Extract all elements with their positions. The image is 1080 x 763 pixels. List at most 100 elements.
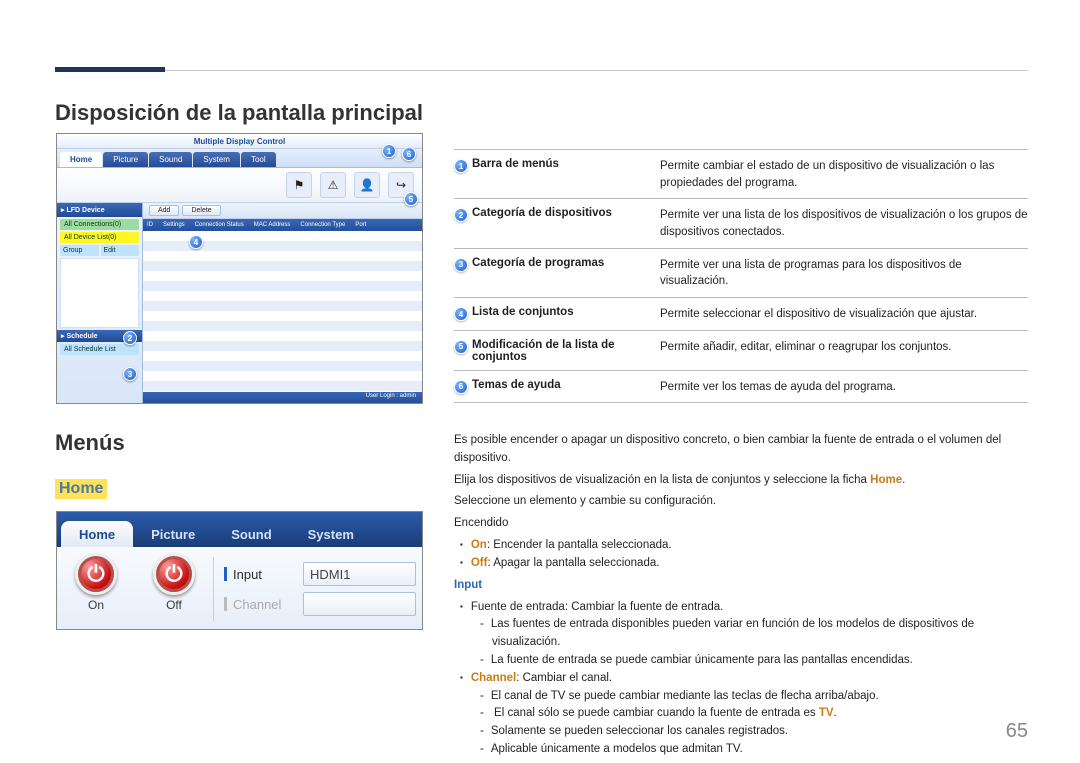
num-6: 6 bbox=[454, 380, 468, 394]
input-select[interactable]: HDMI1 bbox=[303, 562, 416, 586]
power-off-col: ⏻ Off bbox=[135, 547, 213, 630]
mdc-grid: 4 bbox=[143, 231, 422, 392]
desc-3: Permite ver una lista de programas para … bbox=[660, 257, 1028, 290]
def-row-1: 1 Barra de menús Permite cambiar el esta… bbox=[454, 149, 1028, 199]
term-5: Modificación de la lista de conjuntos bbox=[472, 339, 660, 363]
on-off-list: On: Encender la pantalla seleccionada. O… bbox=[474, 537, 1028, 573]
right-text-block: Es posible encender o apagar un disposit… bbox=[454, 432, 1028, 759]
side-group-edit: Group Edit bbox=[60, 245, 139, 256]
ch-d1: El canal de TV se puede cambiar mediante… bbox=[492, 688, 1028, 706]
li-on: On: Encender la pantalla seleccionada. bbox=[474, 537, 1028, 555]
home-tab-home[interactable]: Home bbox=[61, 521, 133, 547]
p2: Elija los dispositivos de visualización … bbox=[454, 472, 1028, 490]
desc-1: Permite cambiar el estado de un disposit… bbox=[660, 158, 1028, 191]
delete-button[interactable]: Delete bbox=[182, 205, 220, 216]
mdc-grid-header: IDSettings Connection StatusMAC Address … bbox=[143, 219, 422, 231]
side-edit[interactable]: Edit bbox=[101, 245, 140, 256]
term-6: Temas de ayuda bbox=[472, 379, 660, 391]
heading-menus: Menús bbox=[55, 430, 125, 456]
ch-d4: Aplicable únicamente a modelos que admit… bbox=[492, 741, 1028, 759]
def-row-2: 2 Categoría de dispositivos Permite ver … bbox=[454, 199, 1028, 248]
mdc-button-row: Add Delete bbox=[143, 203, 422, 219]
definition-table: 1 Barra de menús Permite cambiar el esta… bbox=[454, 149, 1028, 403]
add-button[interactable]: Add bbox=[149, 205, 179, 216]
ch-d2: El canal sólo se puede cambiar cuando la… bbox=[492, 705, 1028, 723]
callout-3: 3 bbox=[123, 367, 137, 381]
callout-5: 5 bbox=[404, 192, 418, 206]
home-tab-picture[interactable]: Picture bbox=[133, 521, 213, 547]
ch-d3: Solamente se pueden seleccionar los cana… bbox=[492, 723, 1028, 741]
mdc-tab-system[interactable]: System bbox=[193, 152, 240, 167]
home-tabs: Home Picture Sound System bbox=[57, 512, 422, 547]
def-row-4: 4 Lista de conjuntos Permite seleccionar… bbox=[454, 298, 1028, 331]
def-row-3: 3 Categoría de programas Permite ver una… bbox=[454, 249, 1028, 298]
p1: Es posible encender o apagar un disposit… bbox=[454, 432, 1028, 468]
term-4: Lista de conjuntos bbox=[472, 306, 660, 318]
term-2: Categoría de dispositivos bbox=[472, 207, 660, 219]
heading-main-layout: Disposición de la pantalla principal bbox=[55, 100, 423, 126]
mdc-toolbar: ⚑ ⚠ 👤 ↪ 5 bbox=[57, 168, 422, 203]
input-header: Input bbox=[454, 577, 1028, 595]
callout-4: 4 bbox=[189, 235, 203, 249]
mdc-tabs: Home Picture Sound System Tool 1 6 bbox=[57, 149, 422, 168]
label-channel: Channel bbox=[233, 597, 303, 612]
desc-6: Permite ver los temas de ayuda del progr… bbox=[660, 379, 1028, 396]
channel-list: Channel: Cambiar el canal. bbox=[474, 670, 1028, 688]
mdc-tab-picture[interactable]: Picture bbox=[103, 152, 148, 167]
num-3: 3 bbox=[454, 258, 468, 272]
term-3: Categoría de programas bbox=[472, 257, 660, 269]
heading-home-highlight: Home bbox=[55, 479, 107, 499]
li-off: Off: Apagar la pantalla seleccionada. bbox=[474, 555, 1028, 573]
power-off-label: Off bbox=[166, 598, 182, 612]
fuente-d1: Las fuentes de entrada disponibles puede… bbox=[492, 616, 1028, 652]
page-top-rule bbox=[55, 70, 1028, 72]
mdc-sidebar: ▸ LFD Device All Connections(0) All Devi… bbox=[57, 203, 143, 403]
user-settings-icon[interactable]: 👤 bbox=[354, 172, 380, 198]
callout-6: 6 bbox=[402, 147, 416, 161]
power-on-col: ⏻ On bbox=[57, 547, 135, 630]
num-4: 4 bbox=[454, 307, 468, 321]
row-channel: Channel bbox=[224, 589, 416, 619]
home-panel: Home Picture Sound System ⏻ On ⏻ Off Inp… bbox=[56, 511, 423, 630]
side-all-connections[interactable]: All Connections(0) bbox=[60, 219, 139, 230]
mdc-window-title: Multiple Display Control bbox=[57, 134, 422, 149]
li-fuente: Fuente de entrada: Cambiar la fuente de … bbox=[474, 599, 1028, 617]
power-on-label: On bbox=[88, 598, 104, 612]
channel-select[interactable] bbox=[303, 592, 416, 616]
num-2: 2 bbox=[454, 208, 468, 222]
label-input: Input bbox=[233, 567, 303, 582]
p4: Encendido bbox=[454, 515, 1028, 533]
fuente-d2: La fuente de entrada se puede cambiar ún… bbox=[492, 652, 1028, 670]
mdc-tab-tool[interactable]: Tool bbox=[241, 152, 276, 167]
home-tab-sound[interactable]: Sound bbox=[213, 521, 289, 547]
li-channel: Channel: Cambiar el canal. bbox=[474, 670, 1028, 688]
callout-2: 2 bbox=[123, 331, 137, 345]
def-row-5: 5 Modificación de la lista de conjuntos … bbox=[454, 331, 1028, 371]
p3: Seleccione un elemento y cambie su confi… bbox=[454, 493, 1028, 511]
def-row-6: 6 Temas de ayuda Permite ver los temas d… bbox=[454, 371, 1028, 404]
power-off-button[interactable]: ⏻ bbox=[153, 553, 195, 595]
side-lfd-header[interactable]: ▸ LFD Device bbox=[57, 203, 142, 217]
side-all-schedule[interactable]: All Schedule List bbox=[60, 344, 139, 355]
desc-2: Permite ver una lista de los dispositivo… bbox=[660, 207, 1028, 240]
mdc-tab-sound[interactable]: Sound bbox=[149, 152, 192, 167]
fault-device-icon[interactable]: ⚑ bbox=[286, 172, 312, 198]
power-on-button[interactable]: ⏻ bbox=[75, 553, 117, 595]
num-5: 5 bbox=[454, 340, 468, 354]
row-input: Input HDMI1 bbox=[224, 559, 416, 589]
fuente-notes: Las fuentes de entrada disponibles puede… bbox=[492, 616, 1028, 669]
desc-4: Permite seleccionar el dispositivo de vi… bbox=[660, 306, 1028, 323]
side-blank-area bbox=[60, 258, 139, 328]
side-all-device-list[interactable]: All Device List(0) bbox=[60, 232, 139, 243]
mdc-tab-home[interactable]: Home bbox=[60, 152, 102, 167]
mdc-main: Add Delete IDSettings Connection StatusM… bbox=[143, 203, 422, 403]
home-tab-system[interactable]: System bbox=[290, 521, 372, 547]
channel-notes: El canal de TV se puede cambiar mediante… bbox=[492, 688, 1028, 759]
input-list: Fuente de entrada: Cambiar la fuente de … bbox=[474, 599, 1028, 617]
term-1: Barra de menús bbox=[472, 158, 660, 170]
side-group[interactable]: Group bbox=[60, 245, 99, 256]
callout-1: 1 bbox=[382, 144, 396, 158]
mdc-status-bar: User Login : admin bbox=[143, 392, 422, 403]
num-1: 1 bbox=[454, 159, 468, 173]
fault-device-alert-icon[interactable]: ⚠ bbox=[320, 172, 346, 198]
